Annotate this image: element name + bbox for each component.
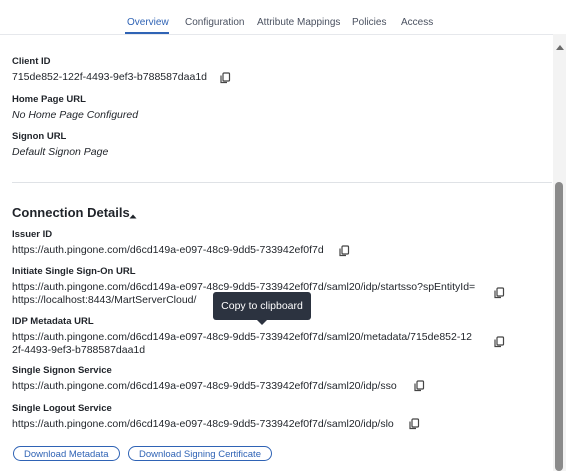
single-signon-service-label: Single Signon Service [12, 365, 112, 376]
copy-single-logout-service-icon[interactable] [408, 418, 420, 430]
tab-policies[interactable]: Policies [352, 17, 386, 28]
client-id-value: 715de852-122f-4493-9ef3-b788587daa1d [12, 71, 208, 83]
tab-bar: Overview Configuration Attribute Mapping… [0, 0, 553, 34]
home-page-url-label: Home Page URL [12, 94, 86, 105]
initiate-sso-url-label: Initiate Single Sign-On URL [12, 266, 136, 277]
copy-issuer-id-icon[interactable] [338, 245, 350, 257]
tab-attribute-mappings[interactable]: Attribute Mappings [257, 17, 340, 28]
signon-url-label: Signon URL [12, 131, 67, 142]
copy-single-signon-service-icon[interactable] [413, 380, 425, 392]
scroll-up-arrow-icon[interactable] [556, 45, 564, 50]
single-logout-service-value: https://auth.pingone.com/d6cd149a-e097-4… [12, 418, 394, 430]
connection-details-heading: Connection Details [12, 205, 130, 220]
copy-idp-metadata-url-icon[interactable] [493, 336, 505, 348]
tab-overview[interactable]: Overview [127, 17, 169, 28]
initiate-sso-url-line2: https://localhost:8443/MartServerCloud/ [12, 294, 197, 306]
collapse-chevron-up-icon[interactable] [129, 210, 137, 219]
copy-to-clipboard-tooltip: Copy to clipboard [213, 292, 311, 320]
single-logout-service-label: Single Logout Service [12, 403, 112, 414]
download-signing-certificate-button[interactable]: Download Signing Certificate [128, 446, 272, 461]
issuer-id-value: https://auth.pingone.com/d6cd149a-e097-4… [12, 244, 324, 256]
client-id-label: Client ID [12, 56, 51, 67]
tooltip-arrow [257, 320, 267, 325]
home-page-url-value: No Home Page Configured [12, 109, 139, 121]
copy-initiate-sso-url-icon[interactable] [493, 287, 505, 299]
section-divider [12, 182, 552, 183]
copy-client-id-icon[interactable] [219, 72, 231, 84]
download-metadata-button[interactable]: Download Metadata [13, 446, 120, 461]
signon-url-value: Default Signon Page [12, 146, 109, 158]
single-signon-service-value: https://auth.pingone.com/d6cd149a-e097-4… [12, 380, 397, 392]
tab-bar-divider [0, 34, 553, 35]
idp-metadata-url-line1: https://auth.pingone.com/d6cd149a-e097-4… [12, 331, 473, 343]
scrollbar-thumb[interactable] [555, 182, 563, 471]
tab-configuration[interactable]: Configuration [185, 17, 244, 28]
idp-metadata-url-line2: 2f-4493-9ef3-b788587daa1d [12, 344, 146, 356]
idp-metadata-url-label: IDP Metadata URL [12, 316, 94, 327]
issuer-id-label: Issuer ID [12, 229, 53, 240]
tab-access[interactable]: Access [401, 17, 433, 28]
